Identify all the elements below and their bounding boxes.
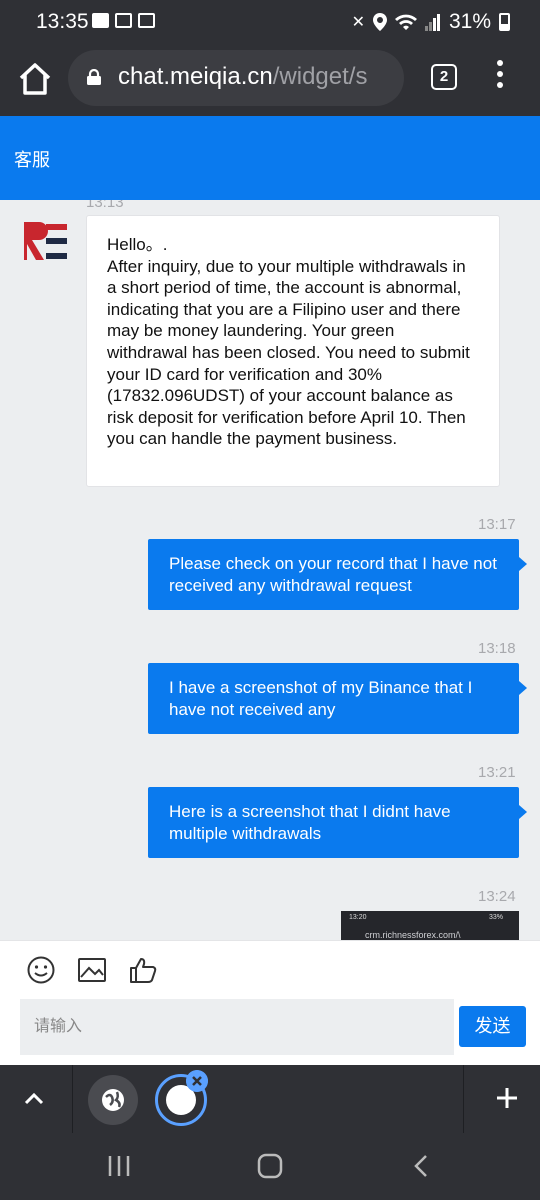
system-indicators: ✕ 31%	[352, 10, 510, 34]
status-bar: 13:35 ✕ 31%	[0, 0, 540, 44]
wifi-icon	[394, 14, 417, 30]
url-text: chat.meiqia.cn/widget/s	[118, 63, 367, 91]
outgoing-message-bubble: I have a screenshot of my Binance that I…	[148, 663, 527, 734]
globe-icon	[102, 1089, 124, 1111]
chat-title: 客服	[14, 150, 50, 170]
url-path: /widget/s	[272, 63, 368, 90]
tab-switcher-button[interactable]: 2	[431, 64, 457, 90]
message-list[interactable]: 13:13 Hello。. After inquiry, due to your…	[0, 200, 540, 940]
message-timestamp: 13:21	[478, 764, 516, 781]
thumbnail-url: crm.richnessforex.com/\	[365, 930, 461, 940]
battery-icon	[499, 13, 510, 31]
chevron-up-icon[interactable]	[20, 1085, 48, 1113]
message-input[interactable]	[20, 999, 454, 1055]
thumbnail-battery: 33%	[489, 914, 504, 921]
browser-toolbar: chat.meiqia.cn/widget/s 2	[0, 44, 540, 116]
message-timestamp: 13:17	[478, 516, 516, 533]
image-icon[interactable]	[77, 955, 107, 985]
address-bar[interactable]: chat.meiqia.cn/widget/s	[68, 50, 404, 106]
notification-icons	[92, 13, 155, 28]
outgoing-message-bubble: Please check on your record that I have …	[148, 539, 527, 610]
home-nav-icon[interactable]	[255, 1151, 285, 1181]
system-nav-bar	[0, 1133, 540, 1200]
close-icon[interactable]	[186, 1070, 208, 1092]
thumbnail-status-time: 13:20	[349, 914, 367, 921]
message-timestamp: 13:18	[478, 640, 516, 657]
url-domain: chat.meiqia.cn	[118, 63, 273, 90]
message-notification-icon	[92, 13, 109, 28]
divider	[463, 1065, 464, 1133]
browser-tab-bar	[0, 1065, 540, 1133]
agent-avatar	[24, 222, 67, 260]
message-greeting: Hello。.	[107, 235, 168, 254]
outgoing-message-bubble: Here is a screenshot that I didnt have m…	[148, 787, 527, 858]
home-icon[interactable]	[16, 60, 54, 98]
mute-icon: ✕	[351, 14, 365, 31]
incoming-message-bubble: Hello。. After inquiry, due to your multi…	[86, 215, 500, 487]
back-icon[interactable]	[406, 1151, 436, 1181]
location-icon	[372, 13, 387, 31]
message-body: After inquiry, due to your multiple with…	[107, 256, 470, 449]
battery-percent: 31%	[448, 10, 491, 33]
tab-thumbnail[interactable]	[88, 1075, 138, 1125]
message-timestamp: 13:24	[478, 888, 516, 905]
news-notification-icon	[138, 13, 155, 28]
smiley-icon[interactable]	[26, 955, 56, 985]
screenshot-image-message[interactable]: 13:20 33% crm.richnessforex.com/\	[341, 911, 519, 940]
plus-icon[interactable]	[492, 1083, 522, 1113]
composer: 发送	[0, 940, 540, 1065]
more-menu-icon[interactable]	[490, 60, 510, 96]
lock-icon	[87, 69, 101, 85]
status-time: 13:35	[36, 10, 89, 33]
thumbs-up-icon[interactable]	[128, 955, 158, 985]
gallery-notification-icon	[115, 13, 132, 28]
signal-icon	[424, 14, 440, 31]
divider	[72, 1065, 73, 1133]
recent-apps-icon[interactable]	[104, 1151, 134, 1181]
chat-header: 客服	[0, 116, 540, 200]
send-button[interactable]: 发送	[459, 1006, 526, 1047]
message-timestamp: 13:13	[86, 200, 124, 211]
